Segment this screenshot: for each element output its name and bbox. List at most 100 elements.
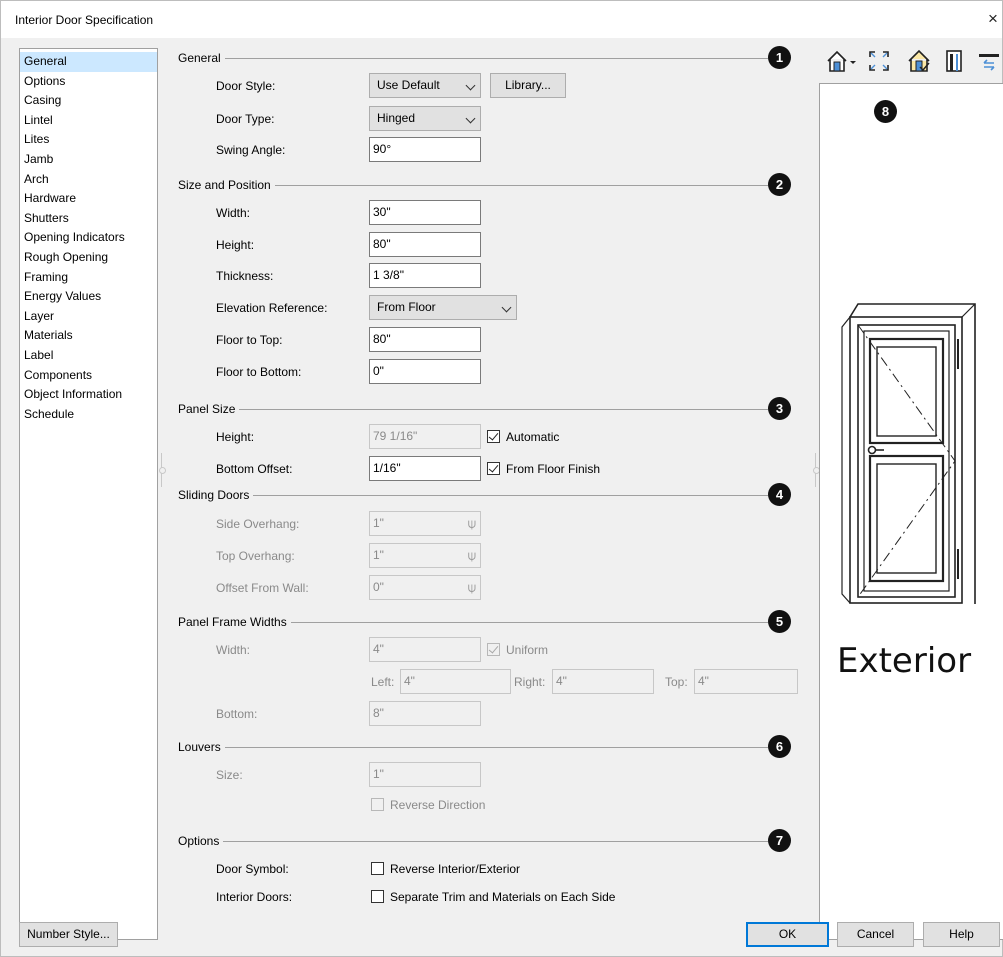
- frame-left-label: Left:: [371, 675, 395, 689]
- swing-angle-input[interactable]: 90°: [369, 137, 481, 162]
- chevron-down-icon: [501, 302, 512, 313]
- separate-trim-label: Separate Trim and Materials on Each Side: [390, 890, 616, 904]
- chevron-down-icon: [465, 113, 476, 124]
- elevation-reference-label: Elevation Reference:: [216, 301, 328, 315]
- height-label: Height:: [216, 238, 255, 252]
- nav-item-general[interactable]: General: [20, 52, 157, 72]
- door-symbol-label: Door Symbol:: [216, 862, 289, 876]
- library-button[interactable]: Library...: [490, 73, 566, 98]
- nav-item-label[interactable]: Label: [20, 346, 157, 366]
- section-title-options: Options: [178, 834, 224, 848]
- house-render-icon[interactable]: [905, 47, 933, 75]
- elevation-reference-value: From Floor: [377, 300, 436, 314]
- nav-item-lites[interactable]: Lites: [20, 130, 157, 150]
- exterior-side-label: Exterior: [837, 641, 972, 681]
- house-view-dropdown-icon[interactable]: [825, 47, 859, 75]
- floor-to-top-label: Floor to Top:: [216, 333, 283, 347]
- nav-item-jamb[interactable]: Jamb: [20, 150, 157, 170]
- height-input[interactable]: 80": [369, 232, 481, 257]
- wall-section-icon[interactable]: [942, 47, 966, 75]
- nav-item-arch[interactable]: Arch: [20, 170, 157, 190]
- swap-view-icon[interactable]: [976, 47, 1002, 75]
- section-title-size-position: Size and Position: [178, 178, 275, 192]
- section-divider: [178, 409, 768, 410]
- panel-height-label: Height:: [216, 430, 255, 444]
- section-title-louvers: Louvers: [178, 740, 225, 754]
- width-input[interactable]: 30": [369, 200, 481, 225]
- door-type-dropdown[interactable]: Hinged: [369, 106, 481, 131]
- louver-size-label: Size:: [216, 768, 243, 782]
- nav-item-schedule[interactable]: Schedule: [20, 405, 157, 425]
- section-title-panel-size: Panel Size: [178, 402, 240, 416]
- ok-button[interactable]: OK: [746, 922, 829, 947]
- offset-from-wall-input: 0" ⍦: [369, 575, 481, 600]
- interior-door-specification-dialog: Interior Door Specification × General Opt…: [0, 0, 1003, 957]
- interior-doors-label: Interior Doors:: [216, 890, 293, 904]
- section-divider: [178, 495, 768, 496]
- left-splitter-handle[interactable]: [157, 453, 166, 487]
- separate-trim-checkbox[interactable]: [371, 890, 384, 903]
- reverse-interior-exterior-checkbox[interactable]: [371, 862, 384, 875]
- help-button[interactable]: Help: [923, 922, 1000, 947]
- side-overhang-input: 1" ⍦: [369, 511, 481, 536]
- floor-to-top-input[interactable]: 80": [369, 327, 481, 352]
- callout-badge-6: 6: [768, 735, 791, 758]
- number-style-button[interactable]: Number Style...: [19, 922, 118, 947]
- top-overhang-label: Top Overhang:: [216, 549, 295, 563]
- width-label: Width:: [216, 206, 251, 220]
- frame-width-input: 4": [369, 637, 481, 662]
- top-overhang-value: 1": [373, 548, 384, 562]
- automatic-checkbox[interactable]: [487, 430, 500, 443]
- side-overhang-value: 1": [373, 516, 384, 530]
- frame-right-input: 4": [552, 669, 654, 694]
- door-style-dropdown[interactable]: Use Default: [369, 73, 481, 98]
- callout-badge-5: 5: [768, 610, 791, 633]
- from-floor-finish-checkbox[interactable]: [487, 462, 500, 475]
- section-divider: [178, 747, 768, 748]
- lock-icon: ⍦: [467, 515, 476, 531]
- nav-item-lintel[interactable]: Lintel: [20, 111, 157, 131]
- door-elevation-image: [841, 303, 976, 604]
- nav-item-shutters[interactable]: Shutters: [20, 209, 157, 229]
- fill-window-icon[interactable]: [866, 47, 892, 75]
- elevation-reference-dropdown[interactable]: From Floor: [369, 295, 517, 320]
- nav-item-framing[interactable]: Framing: [20, 268, 157, 288]
- cancel-button[interactable]: Cancel: [837, 922, 914, 947]
- nav-item-materials[interactable]: Materials: [20, 326, 157, 346]
- floor-to-bottom-label: Floor to Bottom:: [216, 365, 302, 379]
- nav-item-rough-opening[interactable]: Rough Opening: [20, 248, 157, 268]
- door-preview-pane[interactable]: 8 Exterior: [819, 83, 1003, 940]
- nav-item-casing[interactable]: Casing: [20, 91, 157, 111]
- close-icon[interactable]: ×: [988, 9, 998, 29]
- nav-item-components[interactable]: Components: [20, 366, 157, 386]
- floor-to-bottom-input[interactable]: 0": [369, 359, 481, 384]
- bottom-offset-input[interactable]: 1/16": [369, 456, 481, 481]
- lock-icon: ⍦: [467, 579, 476, 595]
- reverse-direction-label: Reverse Direction: [390, 798, 486, 812]
- nav-item-opening-indicators[interactable]: Opening Indicators: [20, 228, 157, 248]
- frame-right-label: Right:: [514, 675, 546, 689]
- dialog-title: Interior Door Specification: [15, 13, 154, 27]
- panel-height-input: 79 1/16": [369, 424, 481, 449]
- callout-badge-4: 4: [768, 483, 791, 506]
- thickness-input[interactable]: 1 3/8": [369, 263, 481, 288]
- nav-item-options[interactable]: Options: [20, 72, 157, 92]
- title-bar: Interior Door Specification ×: [1, 1, 1002, 38]
- reverse-interior-exterior-label: Reverse Interior/Exterior: [390, 862, 521, 876]
- side-overhang-label: Side Overhang:: [216, 517, 300, 531]
- frame-top-input: 4": [694, 669, 798, 694]
- lock-icon: ⍦: [467, 547, 476, 563]
- nav-item-layer[interactable]: Layer: [20, 307, 157, 327]
- thickness-label: Thickness:: [216, 269, 274, 283]
- frame-bottom-label: Bottom:: [216, 707, 258, 721]
- callout-badge-8: 8: [874, 100, 897, 123]
- door-style-label: Door Style:: [216, 79, 276, 93]
- nav-item-energy-values[interactable]: Energy Values: [20, 287, 157, 307]
- nav-item-hardware[interactable]: Hardware: [20, 189, 157, 209]
- category-list[interactable]: General Options Casing Lintel Lites Jamb Arch H…: [19, 48, 158, 940]
- nav-item-object-information[interactable]: Object Information: [20, 385, 157, 405]
- reverse-direction-checkbox: [371, 798, 384, 811]
- section-divider: [178, 58, 768, 59]
- door-type-value: Hinged: [377, 111, 416, 125]
- frame-bottom-input: 8": [369, 701, 481, 726]
